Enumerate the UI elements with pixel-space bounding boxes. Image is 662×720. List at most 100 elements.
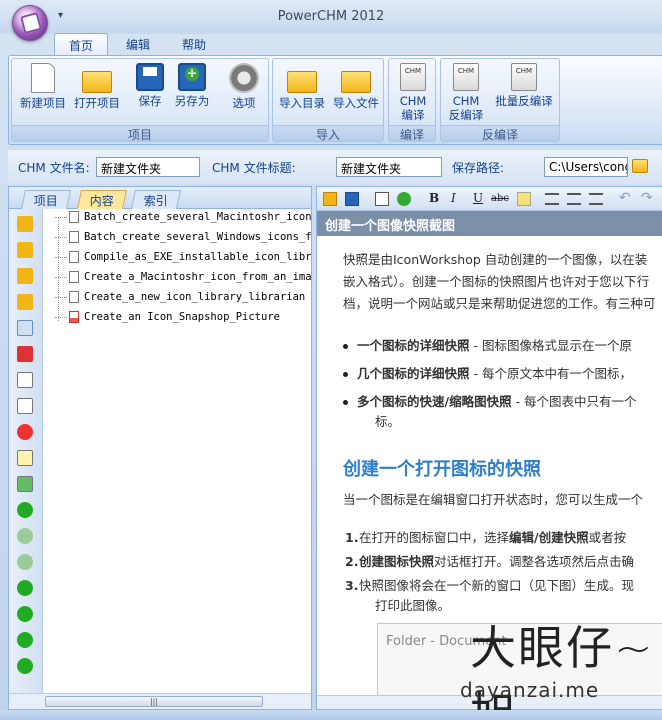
application-menu-button[interactable] [12, 5, 48, 41]
tab-contents[interactable]: 内容 [76, 190, 128, 209]
underline-button[interactable]: U [473, 191, 483, 205]
save-button[interactable]: 保存 [132, 61, 168, 108]
collapse-icon[interactable] [17, 658, 33, 674]
open-project-button[interactable]: 打开项目 [70, 61, 124, 110]
scrollbar-thumb[interactable]: ||| [45, 696, 263, 707]
align-right-icon[interactable] [589, 193, 603, 205]
horizontal-scrollbar[interactable]: ||| [9, 693, 311, 709]
bold-button[interactable]: B [429, 191, 439, 205]
batch-decompile-button[interactable]: CHM 批量反编译 [489, 61, 559, 108]
align-left-icon[interactable] [545, 193, 559, 205]
save-as-button[interactable]: 另存为 [170, 61, 214, 108]
open-icon[interactable] [323, 192, 337, 206]
editor-horizontal-scrollbar[interactable] [317, 695, 662, 709]
tree-item-selected[interactable]: Create_an Icon_Snapshop_Picture [55, 311, 280, 329]
intro-line-2: 嵌入格式）。创建一个图标的快照图片也许对于您以下行 [343, 274, 650, 289]
group-decompile-title: 反编译 [441, 125, 559, 142]
browser-icon[interactable] [397, 192, 411, 206]
group-compile: CHM CHM 编译 编译 [388, 58, 436, 142]
save-path-input[interactable]: C:\Users\cong [544, 157, 628, 177]
chm-decompile-button[interactable]: CHM CHM 反编译 [445, 61, 487, 122]
tree-item[interactable]: Compile_as_EXE_installable_icon_librar [55, 251, 311, 269]
tab-edit[interactable]: 编辑 [112, 33, 164, 55]
redo-icon[interactable]: ↷ [641, 190, 653, 206]
save-disk-icon [136, 63, 164, 91]
highlight-icon[interactable] [517, 192, 531, 206]
group-import: 导入目录 导入文件 导入 [272, 58, 384, 142]
remove-page-icon[interactable] [17, 424, 33, 440]
folder-add-icon[interactable] [17, 294, 33, 310]
new-page-icon[interactable] [17, 372, 33, 388]
align-center-icon[interactable] [567, 193, 581, 205]
add-page-icon[interactable] [17, 398, 33, 414]
save-as-disk-icon [178, 63, 206, 91]
status-bar [0, 710, 662, 720]
page-icon [69, 231, 79, 243]
folder-file-icon [341, 71, 371, 93]
browse-folder-icon[interactable] [632, 159, 648, 173]
properties-icon[interactable] [17, 476, 33, 492]
refresh-icon[interactable] [17, 320, 33, 336]
strikethrough-button[interactable]: abc [491, 193, 509, 204]
move-up-icon[interactable] [17, 502, 33, 518]
page-icon [69, 271, 79, 283]
group-import-title: 导入 [273, 125, 383, 142]
open-folder-small-icon[interactable] [17, 242, 33, 258]
tree-item[interactable]: Create_a_new_icon_library_librarian [55, 291, 305, 309]
import-file-button[interactable]: 导入文件 [329, 61, 383, 110]
folder-icon[interactable] [17, 268, 33, 284]
section-heading: 创建一个打开图标的快照 [343, 459, 541, 480]
new-document-icon [31, 63, 55, 93]
group-project: 新建项目 打开项目 保存 另存为 选项 项目 [11, 58, 269, 142]
add-folder-icon[interactable] [17, 216, 33, 232]
intro-line-3: 档，说明一个网站或只是来帮助促进您的工作。有三种可 [343, 296, 656, 311]
folder-search-icon [287, 71, 317, 93]
expand-icon[interactable] [17, 632, 33, 648]
italic-button[interactable]: I [451, 191, 456, 205]
tree-item[interactable]: Batch_create_several_Macintoshr_icons_ [55, 211, 311, 229]
delete-icon[interactable] [17, 346, 33, 362]
tab-index[interactable]: 索引 [130, 190, 182, 209]
snapshot-preview-image: Folder - Document [377, 623, 662, 696]
tree-item[interactable]: Batch_create_several_Windows_icons_fro [55, 231, 311, 249]
page-icon [69, 251, 79, 263]
chm-filename-input[interactable]: 新建文件夹 [96, 157, 200, 177]
ribbon: 新建项目 打开项目 保存 另存为 选项 项目 导入目录 导入文件 导入 CHMC… [8, 55, 662, 145]
panel-tabs: 项目 内容 索引 [9, 187, 311, 209]
bullet-continuation: 标。 [375, 414, 401, 429]
chm-filename-label: CHM 文件名: [18, 161, 90, 175]
document-title: 创建一个图像快照截图 [317, 211, 662, 236]
step-item: 3. 快照图像将会在一个新的窗口（见下图）生成。现 [345, 578, 635, 593]
save-path-label: 保存路径: [452, 161, 505, 175]
chm-title-input[interactable]: 新建文件夹 [336, 157, 442, 177]
move-left-disabled-icon[interactable] [17, 554, 33, 570]
move-right-icon[interactable] [17, 580, 33, 596]
tree-item[interactable]: Create_a_Macintoshr_icon_from_an_image [55, 271, 311, 289]
bullet-item: 多个图标的快速/缩略图快照 - 每个图表中只有一个 [343, 392, 637, 412]
step-continuation: 打印此图像。 [375, 598, 451, 613]
section-paragraph: 当一个图标是在编辑窗口打开状态时，您可以生成一个 [343, 492, 644, 507]
import-toc-button[interactable]: 导入目录 [275, 61, 329, 110]
undo-icon[interactable]: ↶ [619, 190, 631, 206]
group-compile-title: 编译 [389, 125, 435, 142]
contents-tree: Batch_create_several_Macintoshr_icons_ B… [45, 209, 311, 695]
app-logo-icon [19, 11, 43, 35]
page-icon [69, 211, 79, 223]
editor-toolbar: B I U abc ↶ ↷ [317, 187, 662, 211]
edit-source-icon[interactable] [375, 192, 389, 206]
intro-line-1: 快照是由IconWorkshop 自动创建的一个图像，以在装 [343, 252, 648, 267]
title-bar: ▾ PowerCHM 2012 [0, 0, 662, 41]
move-up-disabled-icon[interactable] [17, 528, 33, 544]
tab-home[interactable]: 首页 [54, 33, 109, 55]
move-down-icon[interactable] [17, 606, 33, 622]
chm-compile-button[interactable]: CHM CHM 编译 [393, 61, 433, 122]
save-icon[interactable] [345, 192, 359, 206]
new-project-button[interactable]: 新建项目 [16, 61, 70, 110]
page-icon [69, 311, 79, 323]
step-item: 2. 创建图标快照对话框打开。调整各选项然后点击确 [345, 554, 635, 569]
tab-help[interactable]: 帮助 [168, 33, 220, 55]
edit-page-icon[interactable] [17, 450, 33, 466]
options-button[interactable]: 选项 [224, 61, 264, 110]
tab-project[interactable]: 项目 [20, 190, 72, 209]
chm-batch-icon: CHM [511, 63, 537, 91]
